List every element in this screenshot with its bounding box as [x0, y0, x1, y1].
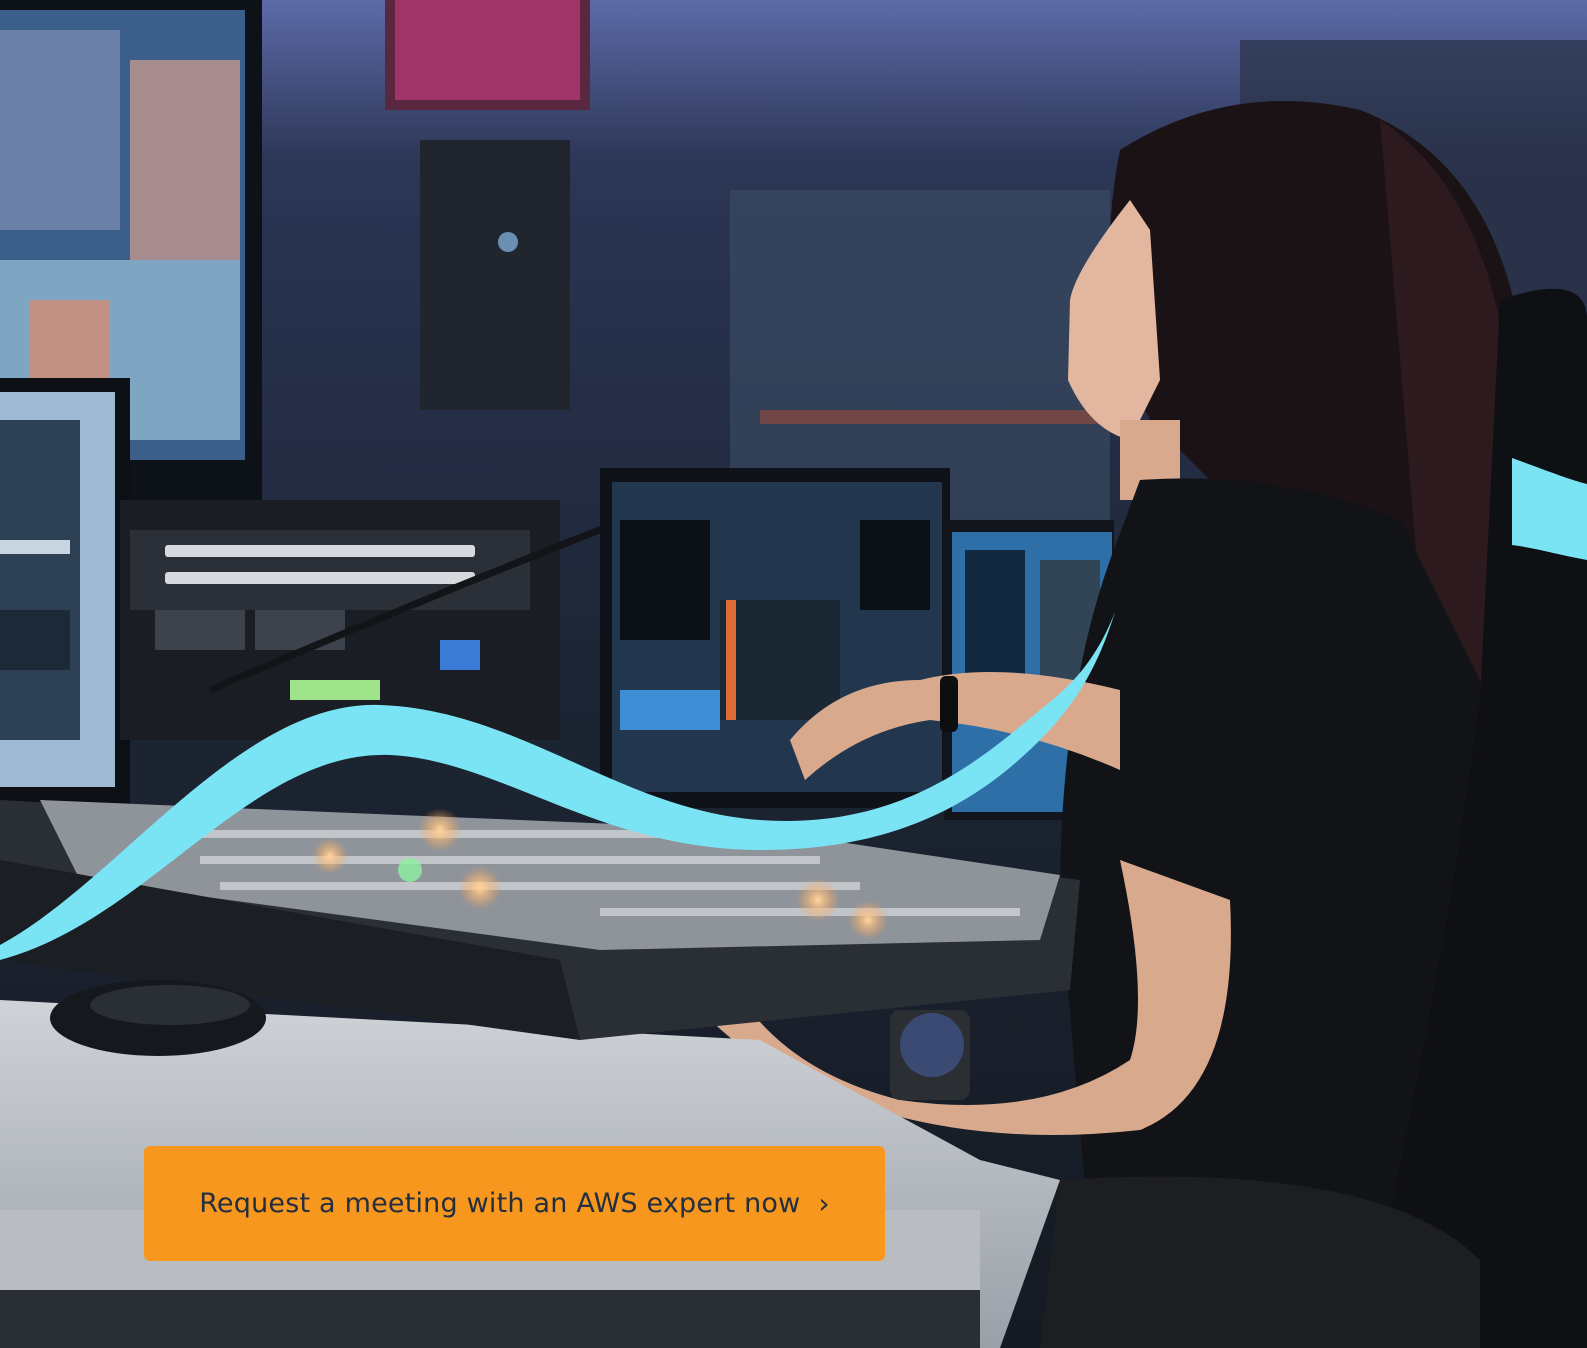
chevron-right-icon: › [818, 1187, 830, 1220]
request-meeting-label: Request a meeting with an AWS expert now [199, 1188, 801, 1219]
hero-banner: Request a meeting with an AWS expert now… [0, 0, 1587, 1348]
request-meeting-button[interactable]: Request a meeting with an AWS expert now… [144, 1146, 885, 1261]
